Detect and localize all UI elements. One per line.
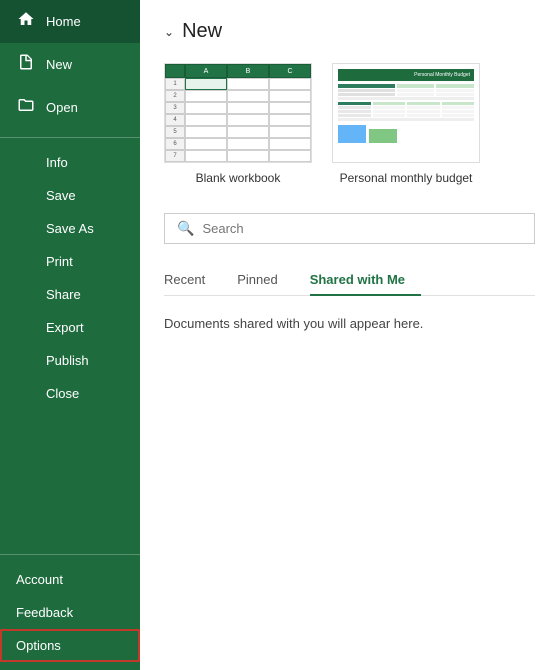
- new-icon: [16, 53, 36, 76]
- export-label: Export: [46, 320, 84, 335]
- budget-label: Personal monthly budget: [340, 171, 473, 185]
- template-blank-workbook[interactable]: A B C 1 2 3 4: [164, 63, 312, 185]
- tab-shared-with-me[interactable]: Shared with Me: [310, 264, 421, 295]
- sidebar-bottom: Account Feedback Options: [0, 554, 140, 670]
- tabs-row: Recent Pinned Shared with Me: [164, 264, 535, 296]
- sidebar-item-print[interactable]: Print: [0, 245, 140, 278]
- search-bar[interactable]: 🔍: [164, 213, 535, 244]
- sidebar-item-export[interactable]: Export: [0, 311, 140, 344]
- blank-workbook-thumb: A B C 1 2 3 4: [164, 63, 312, 163]
- sidebar-item-options[interactable]: Options: [0, 629, 140, 662]
- home-icon: [16, 10, 36, 33]
- home-label: Home: [46, 14, 81, 29]
- options-label: Options: [16, 638, 61, 653]
- template-budget[interactable]: Personal Monthly Budget: [332, 63, 480, 185]
- open-label: Open: [46, 100, 78, 115]
- sidebar-item-feedback[interactable]: Feedback: [0, 596, 140, 629]
- tab-pinned[interactable]: Pinned: [237, 264, 293, 295]
- sidebar-item-new[interactable]: New: [0, 43, 140, 86]
- sidebar-item-close[interactable]: Close: [0, 377, 140, 410]
- search-icon: 🔍: [177, 220, 194, 237]
- sidebar-top: Home New Open Info Save: [0, 0, 140, 554]
- budget-thumb: Personal Monthly Budget: [332, 63, 480, 163]
- open-icon: [16, 96, 36, 119]
- section-title: New: [182, 20, 222, 43]
- empty-state-text: Documents shared with you will appear he…: [164, 312, 535, 335]
- print-label: Print: [46, 254, 73, 269]
- sidebar-item-home[interactable]: Home: [0, 0, 140, 43]
- sidebar-item-account[interactable]: Account: [0, 563, 140, 596]
- sidebar-item-save-as[interactable]: Save As: [0, 212, 140, 245]
- publish-label: Publish: [46, 353, 89, 368]
- sidebar-item-open[interactable]: Open: [0, 86, 140, 129]
- account-label: Account: [16, 572, 63, 587]
- save-label: Save: [46, 188, 76, 203]
- blank-workbook-label: Blank workbook: [196, 171, 281, 185]
- info-label: Info: [46, 155, 68, 170]
- templates-row: A B C 1 2 3 4: [164, 63, 535, 185]
- search-input[interactable]: [202, 221, 522, 236]
- sidebar-item-info[interactable]: Info: [0, 146, 140, 179]
- save-as-label: Save As: [46, 221, 94, 236]
- tab-recent[interactable]: Recent: [164, 264, 221, 295]
- main-content: ⌄ New A B C 1 2: [140, 0, 559, 670]
- sidebar: Home New Open Info Save: [0, 0, 140, 670]
- sidebar-divider-1: [0, 137, 140, 138]
- share-label: Share: [46, 287, 81, 302]
- close-label: Close: [46, 386, 79, 401]
- sidebar-item-share[interactable]: Share: [0, 278, 140, 311]
- sidebar-item-save[interactable]: Save: [0, 179, 140, 212]
- sidebar-item-publish[interactable]: Publish: [0, 344, 140, 377]
- feedback-label: Feedback: [16, 605, 73, 620]
- new-label: New: [46, 57, 72, 72]
- chevron-icon: ⌄: [164, 25, 174, 39]
- section-header: ⌄ New: [164, 20, 535, 43]
